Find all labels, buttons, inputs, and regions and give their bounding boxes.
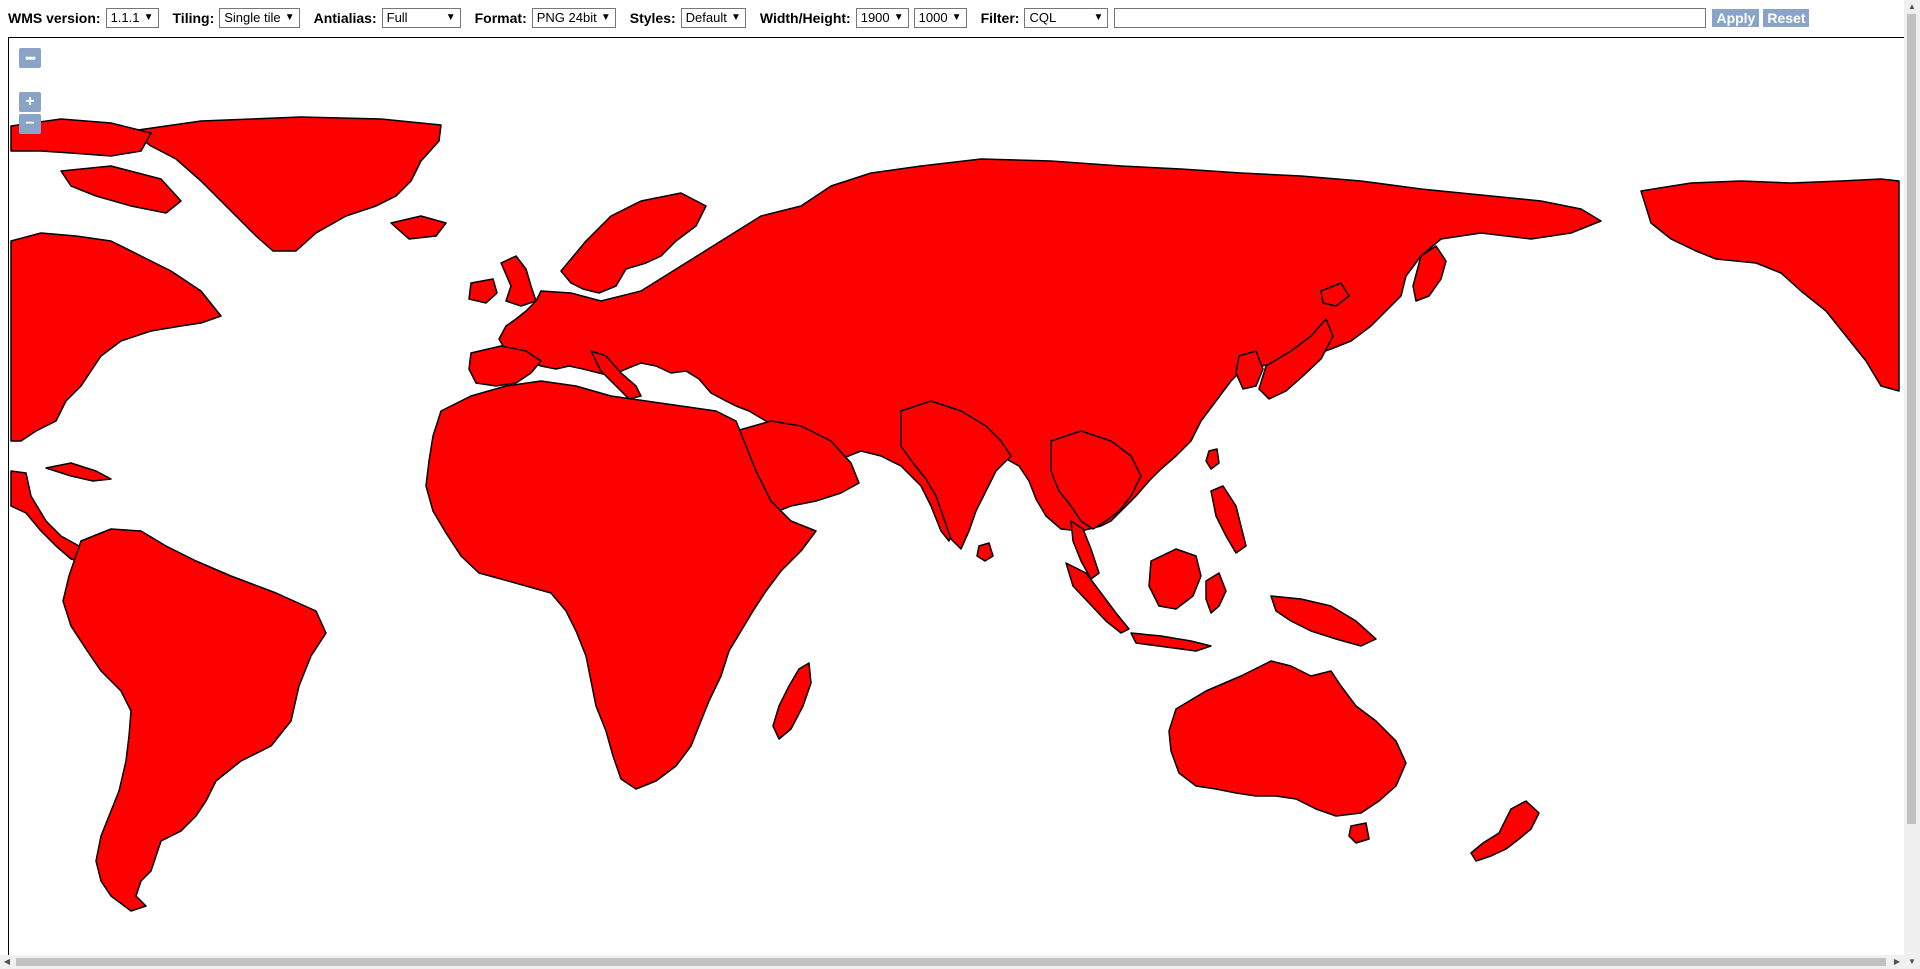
format-select[interactable]: PNG 24bit ▼: [531, 8, 616, 28]
tiling-value: Single tile: [224, 10, 281, 25]
horizontal-scroll-thumb[interactable]: [16, 958, 1886, 966]
map-region-baffin-island: [60, 165, 182, 214]
dropdown-arrow-icon: ▼: [143, 12, 154, 23]
zoom-out-button[interactable]: −: [19, 114, 41, 134]
dropdown-arrow-icon: ▼: [951, 12, 962, 23]
width-value: 1900: [860, 10, 890, 25]
map-region-south-america: [62, 528, 327, 912]
filter-type-select[interactable]: CQL ▼: [1024, 8, 1109, 28]
map-region-ireland: [468, 278, 498, 304]
dropdown-arrow-icon: ▼: [730, 12, 741, 23]
map-region-greenland: [130, 116, 442, 252]
height-select[interactable]: 1000 ▼: [913, 8, 967, 28]
vertical-scroll-thumb[interactable]: [1907, 14, 1916, 824]
wms-toolbar: WMS version: 1.1.1 ▼ Tiling: Single tile…: [0, 0, 1920, 36]
map-region-new-guinea: [1270, 595, 1377, 647]
styles-value: Default: [685, 10, 727, 25]
map-region-alaska: [1640, 178, 1900, 392]
tiling-label: Tiling:: [172, 10, 215, 26]
dropdown-arrow-icon: ▼: [893, 12, 904, 23]
map-region-sulawesi: [1205, 572, 1227, 614]
scroll-right-icon[interactable]: ▶: [1890, 955, 1904, 969]
apply-button[interactable]: Apply: [1712, 9, 1760, 27]
antialias-label: Antialias:: [313, 10, 377, 26]
antialias-group: Antialias: Full ▼: [314, 8, 461, 28]
filter-group: Filter: CQL ▼ Apply Reset: [981, 8, 1810, 28]
map-region-taiwan: [1205, 448, 1220, 470]
reset-button[interactable]: Reset: [1763, 9, 1810, 27]
format-value: PNG 24bit: [536, 10, 597, 25]
height-value: 1000: [918, 10, 948, 25]
zoom-in-button[interactable]: +: [19, 92, 41, 112]
wms-version-label: WMS version:: [8, 10, 101, 26]
map-region-cuba: [45, 462, 112, 482]
width-height-label: Width/Height:: [759, 10, 851, 26]
format-label: Format:: [474, 10, 527, 26]
tiling-group: Tiling: Single tile ▼: [173, 8, 300, 28]
styles-group: Styles: Default ▼: [630, 8, 746, 28]
scroll-down-icon[interactable]: ▼: [1904, 955, 1920, 969]
map-region-korea: [1235, 350, 1264, 390]
styles-select[interactable]: Default ▼: [680, 8, 746, 28]
format-group: Format: PNG 24bit ▼: [475, 8, 616, 28]
styles-label: Styles:: [629, 10, 676, 26]
filter-label: Filter:: [980, 10, 1020, 26]
map-region-philippines: [1210, 485, 1247, 554]
map-region-great-britain: [500, 255, 537, 307]
map-region-north-america: [10, 232, 222, 442]
map-region-madagascar: [772, 662, 812, 740]
map-region-australia: [1168, 660, 1407, 817]
map-region-borneo: [1148, 548, 1202, 610]
vertical-scrollbar[interactable]: ▲ ▼: [1904, 0, 1920, 969]
filter-input[interactable]: [1114, 8, 1707, 28]
map-region-iceland: [390, 215, 447, 240]
map-region-new-zealand: [1470, 800, 1540, 862]
horizontal-scrollbar[interactable]: ◀ ▶: [0, 955, 1904, 969]
antialias-select[interactable]: Full ▼: [381, 8, 461, 28]
dropdown-arrow-icon: ▼: [1093, 12, 1104, 23]
map-more-button[interactable]: •••: [19, 48, 41, 68]
wms-version-select[interactable]: 1.1.1 ▼: [105, 8, 159, 28]
antialias-value: Full: [386, 10, 408, 25]
width-height-group: Width/Height: 1900 ▼ 1000 ▼: [760, 8, 967, 28]
filter-type-value: CQL: [1029, 10, 1057, 25]
dropdown-arrow-icon: ▼: [445, 12, 456, 23]
width-select[interactable]: 1900 ▼: [855, 8, 909, 28]
scroll-up-icon[interactable]: ▲: [1904, 0, 1920, 14]
wms-version-group: WMS version: 1.1.1 ▼: [8, 8, 159, 28]
scroll-left-icon[interactable]: ◀: [0, 955, 14, 969]
map-region-tasmania: [1348, 822, 1370, 844]
map-region-java: [1130, 632, 1212, 652]
map-region-sri-lanka: [976, 542, 994, 562]
world-map[interactable]: [9, 38, 1907, 956]
dropdown-arrow-icon: ▼: [284, 12, 295, 23]
map-viewport[interactable]: ••• + −: [8, 37, 1907, 957]
tiling-select[interactable]: Single tile ▼: [219, 8, 300, 28]
dropdown-arrow-icon: ▼: [600, 12, 611, 23]
wms-version-value: 1.1.1: [110, 10, 140, 25]
